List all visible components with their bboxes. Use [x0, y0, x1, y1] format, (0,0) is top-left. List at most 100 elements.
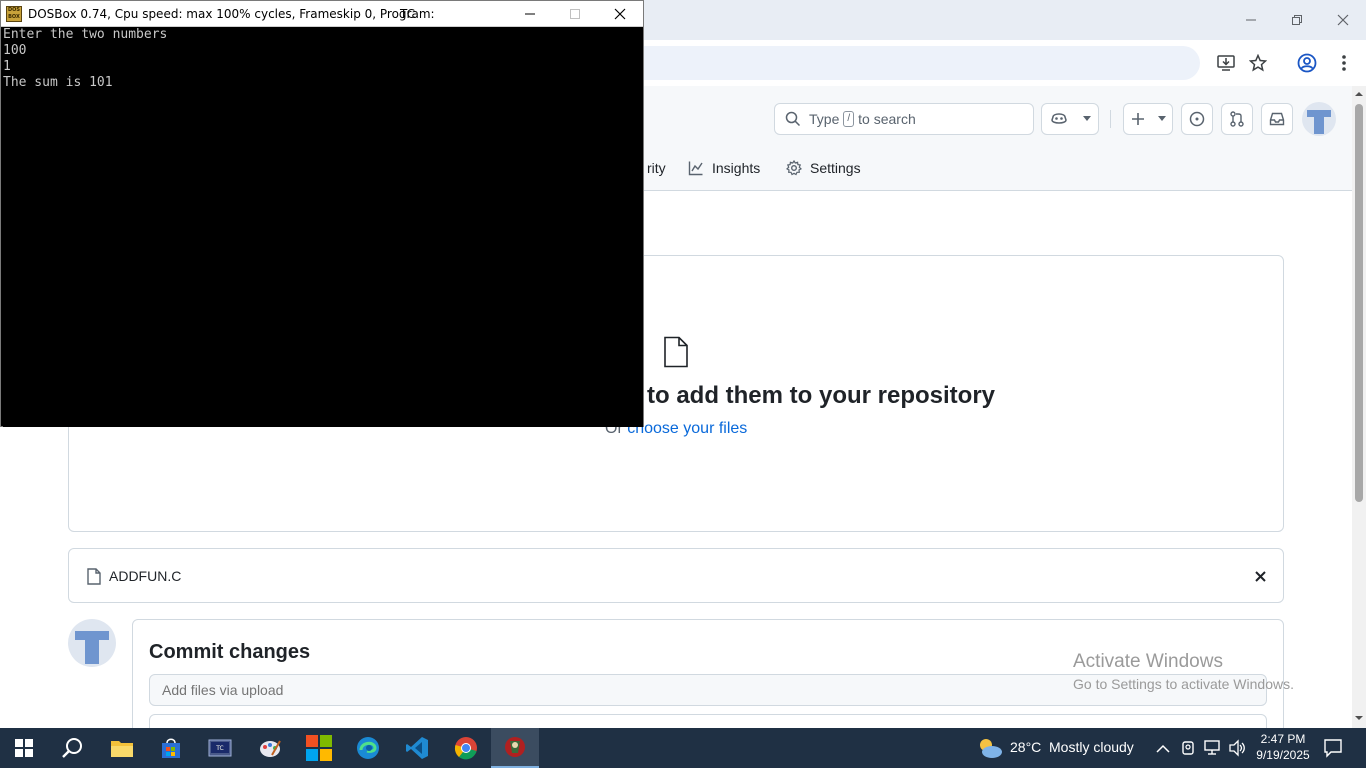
- console-line: Enter the two numbers: [3, 27, 168, 42]
- taskbar-store[interactable]: [147, 728, 195, 768]
- taskbar-file-explorer[interactable]: [98, 728, 146, 768]
- console-line: The sum is 101: [3, 75, 113, 90]
- search-shortcut-key: /: [843, 111, 855, 127]
- chrome-restore-button[interactable]: [1274, 0, 1320, 40]
- console-line: 100: [3, 43, 27, 58]
- page-scrollbar[interactable]: [1352, 86, 1366, 728]
- nav-security-label: rity: [647, 160, 666, 176]
- close-icon: [1254, 570, 1266, 582]
- taskbar-chrome[interactable]: [442, 728, 490, 768]
- remove-file-button[interactable]: [1251, 567, 1269, 585]
- inbox-button[interactable]: [1261, 103, 1293, 135]
- install-icon: [1217, 55, 1235, 71]
- weather-temp: 28°C: [1010, 739, 1042, 755]
- taskbar: TC 28°C Mostly cloudy 2:47 PM 9/19/2025: [0, 728, 1366, 768]
- file-icon: [664, 336, 688, 368]
- chevron-up-icon: [1156, 744, 1170, 753]
- nav-security[interactable]: rity: [647, 158, 666, 178]
- tray-network[interactable]: [1204, 740, 1222, 761]
- dosbox-program: TC: [400, 7, 416, 21]
- install-app-button[interactable]: [1211, 48, 1241, 78]
- chrome-minimize-button[interactable]: [1228, 0, 1274, 40]
- commit-avatar: [68, 619, 116, 667]
- dosbox-minimize-button[interactable]: [507, 1, 553, 27]
- start-button[interactable]: [0, 728, 48, 768]
- search-prefix: Type: [809, 111, 840, 127]
- close-icon: [1337, 14, 1349, 26]
- dosbox-screen[interactable]: Enter the two numbers 100 1 The sum is 1…: [3, 27, 643, 427]
- tray-volume[interactable]: [1228, 739, 1246, 762]
- profile-icon: [1297, 53, 1317, 73]
- system-clock[interactable]: 2:47 PM 9/19/2025: [1255, 731, 1311, 763]
- taskbar-app-tiles[interactable]: [295, 728, 343, 768]
- pull-requests-button[interactable]: [1221, 103, 1253, 135]
- search-icon: [785, 111, 801, 127]
- speaker-icon: [1229, 739, 1245, 757]
- nav-settings[interactable]: Settings: [786, 158, 861, 178]
- taskbar-vscode[interactable]: [393, 728, 441, 768]
- plus-icon: [1131, 113, 1144, 125]
- chevron-down-icon: [1157, 116, 1166, 121]
- uploaded-file-row: ADDFUN.C: [68, 548, 1284, 603]
- create-new-button[interactable]: [1123, 103, 1173, 135]
- activate-windows-subtitle: Go to Settings to activate Windows.: [1073, 676, 1294, 692]
- file-icon: [87, 568, 101, 585]
- dosbox-titlebar[interactable]: DOS BOX DOSBox 0.74, Cpu speed: max 100%…: [1, 1, 643, 27]
- star-icon: [1249, 54, 1267, 72]
- windows-logo-icon: [15, 739, 33, 757]
- search-icon: [62, 738, 82, 758]
- inbox-icon: [1269, 112, 1285, 126]
- taskbar-app-paint[interactable]: [246, 728, 294, 768]
- dosbox-window[interactable]: DOS BOX DOSBox 0.74, Cpu speed: max 100%…: [0, 0, 644, 427]
- profile-button[interactable]: [1292, 48, 1322, 78]
- minimize-icon: [525, 13, 535, 15]
- clock-time: 2:47 PM: [1260, 732, 1306, 746]
- issue-icon: [1189, 111, 1205, 127]
- tray-overflow-button[interactable]: [1156, 741, 1170, 759]
- close-icon: [614, 8, 626, 20]
- issues-button[interactable]: [1181, 103, 1213, 135]
- weather-widget[interactable]: [976, 736, 1004, 765]
- taskbar-search-button[interactable]: [48, 728, 96, 768]
- clock-date: 9/19/2025: [1256, 748, 1310, 762]
- pull-request-icon: [1230, 111, 1244, 127]
- scroll-up-icon: [1355, 92, 1363, 96]
- dosbox-close-button[interactable]: [597, 1, 643, 27]
- dosbox-maximize-button[interactable]: [552, 1, 598, 27]
- network-icon: [1204, 740, 1220, 755]
- notification-icon: [1324, 739, 1342, 758]
- microsoft-logo-icon: [306, 735, 332, 761]
- chrome-menu-button[interactable]: [1329, 48, 1359, 78]
- scrollbar-thumb[interactable]: [1355, 104, 1363, 502]
- nav-settings-label: Settings: [810, 160, 861, 176]
- folder-icon: [111, 741, 133, 757]
- bookmark-button[interactable]: [1243, 48, 1273, 78]
- avatar-image: [1307, 110, 1331, 134]
- commit-heading: Commit changes: [149, 641, 311, 663]
- search-input[interactable]: Type / to search: [774, 103, 1034, 135]
- store-icon: [162, 738, 180, 758]
- graph-icon: [688, 161, 703, 176]
- taskbar-edge[interactable]: [344, 728, 392, 768]
- header-divider: [1110, 110, 1111, 128]
- paint-icon: [260, 740, 281, 757]
- chrome-close-button[interactable]: [1320, 0, 1366, 40]
- chevron-down-icon: [1082, 116, 1091, 121]
- chrome-icon: [454, 737, 477, 760]
- nav-insights[interactable]: Insights: [688, 158, 760, 178]
- taskbar-app-turboc[interactable]: TC: [196, 728, 244, 768]
- vscode-icon: [406, 737, 428, 759]
- dosbox-title: DOSBox 0.74, Cpu speed: max 100% cycles,…: [28, 7, 435, 21]
- copilot-icon: [1050, 113, 1067, 124]
- restore-icon: [1292, 15, 1302, 25]
- nav-insights-label: Insights: [712, 160, 761, 176]
- weather-desc: Mostly cloudy: [1049, 739, 1134, 755]
- scroll-down-icon: [1355, 716, 1363, 720]
- search-suffix: to search: [858, 111, 916, 127]
- copilot-button[interactable]: [1041, 103, 1099, 135]
- tray-meet-now[interactable]: [1181, 739, 1197, 762]
- avatar[interactable]: [1302, 102, 1336, 136]
- notification-center-button[interactable]: [1323, 738, 1343, 763]
- choose-files-link[interactable]: choose your files: [627, 420, 747, 437]
- taskbar-dosbox[interactable]: [491, 728, 539, 768]
